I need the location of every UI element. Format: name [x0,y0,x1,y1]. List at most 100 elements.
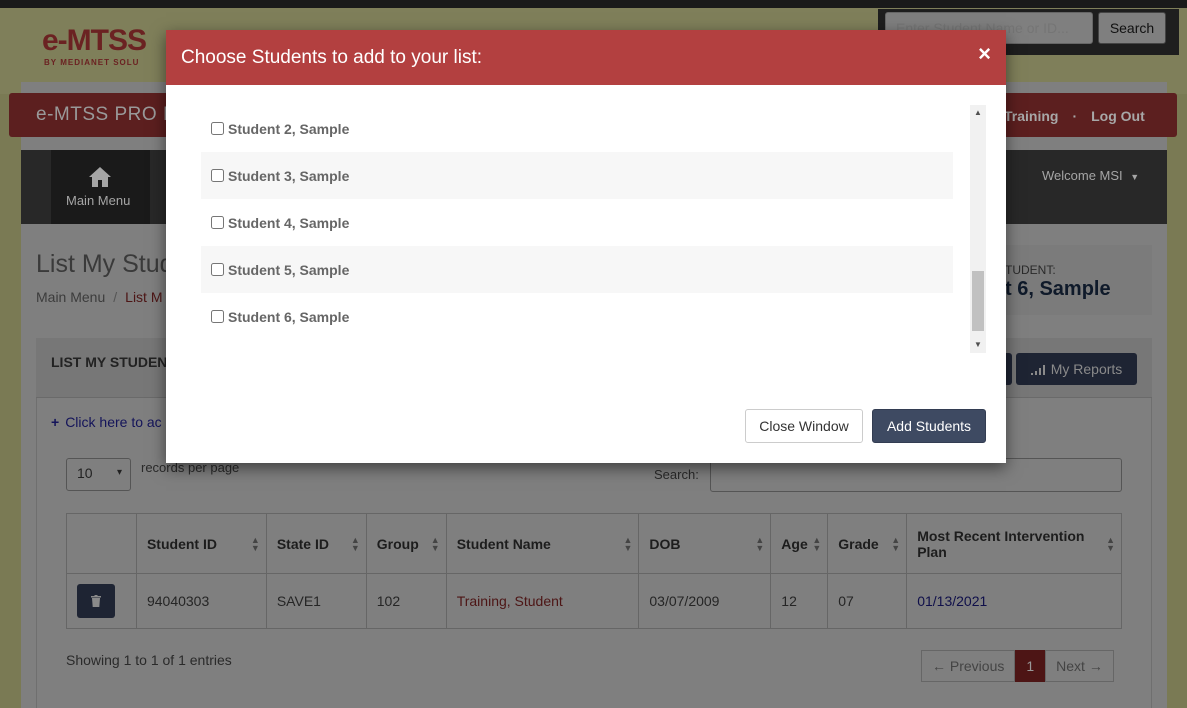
student-checkbox-label: Student 4, Sample [228,214,350,231]
pagination: ← Previous 1 Next → [921,650,1114,682]
close-window-button[interactable]: Close Window [745,409,863,443]
table-header-label: State ID [276,535,329,552]
table-header-label: Most Recent Intervention Plan [917,527,1085,560]
breadcrumb-current: List M [125,289,163,305]
delete-student-button[interactable] [77,584,115,618]
table-cell-dob: 03/07/2009 [638,573,772,629]
table-header-group[interactable]: Group ▲ ▼ [365,513,447,574]
table-header-dob[interactable]: DOB ▲ ▼ [638,513,772,574]
table-search-label: Search: [654,467,699,482]
sort-icon: ▲ ▼ [250,534,260,553]
table-cell-grade: 07 [827,573,908,629]
sort-icon: ▲ ▼ [350,534,360,553]
scroll-up-arrow-icon[interactable]: ▲ [970,105,986,121]
table-showing-info: Showing 1 to 1 of 1 entries [66,652,232,668]
modal-close-icon[interactable]: × [978,43,991,65]
sort-icon: ▲ ▼ [755,534,765,553]
list-item[interactable]: Student 6, Sample [201,293,953,340]
top-band [0,0,1187,8]
nav-main-menu-label: Main Menu [66,193,131,208]
card-title: LIST MY STUDEN [51,354,168,370]
sort-icon: ▲ ▼ [891,534,901,553]
modal-title: Choose Students to add to your list: [181,47,483,68]
list-item[interactable]: Student 5, Sample [201,246,953,293]
sort-icon: ▲ ▼ [1106,534,1115,553]
logout-link[interactable]: Log Out [1091,108,1145,124]
add-student-link[interactable]: + Click here to ac [51,414,162,430]
add-student-link-label: Click here to ac [65,414,162,430]
welcome-dropdown[interactable]: Welcome MSI ▼ [1042,168,1139,183]
student-name-link[interactable]: Training, Student [457,593,563,609]
student-checkbox[interactable] [211,263,224,276]
table-header-student-id[interactable]: Student ID ▲ ▼ [135,513,267,574]
table-header-grade[interactable]: Grade ▲ ▼ [827,513,908,574]
trash-icon [91,595,101,607]
table-cell-age: 12 [770,573,829,629]
student-checkbox[interactable] [211,216,224,229]
table-header-label: DOB [649,535,681,552]
list-item[interactable]: Student 2, Sample [201,105,953,152]
breadcrumb: Main Menu / List M [36,289,163,305]
app-logo: e-MTSS [42,24,147,57]
table-header-label: Grade [838,535,879,552]
table-header-age[interactable]: Age ▲ ▼ [770,513,829,574]
table-header-intervention-plan[interactable]: Most Recent Intervention Plan ▲ ▼ [906,513,1122,574]
pagination-previous[interactable]: ← Previous [921,650,1016,682]
my-reports-label: My Reports [1050,361,1123,377]
student-checkbox[interactable] [211,310,224,323]
student-checkbox[interactable] [211,169,224,182]
table-header-label: Age [781,535,808,552]
table-header-state-id[interactable]: State ID ▲ ▼ [265,513,367,574]
chevron-down-icon: ▾ [116,467,122,478]
plus-icon: + [51,414,60,430]
table-cell-intervention-plan: 01/13/2021 [906,573,1122,629]
add-students-button[interactable]: Add Students [872,409,986,443]
table-header-label: Student Name [456,535,551,552]
welcome-label: Welcome MSI [1042,168,1123,183]
students-table: Student ID ▲ ▼ State ID ▲ ▼ Group ▲ ▼ Student … [66,513,1122,629]
table-header-student-name[interactable]: Student Name ▲ ▼ [445,513,640,574]
list-item[interactable]: Student 4, Sample [201,199,953,246]
brand-links: Training · Log Out [1004,108,1145,124]
home-icon [89,167,111,187]
page-title: List My Stud [36,250,174,278]
brand-title: e-MTSS PRO I [36,104,169,125]
table-cell-state-id: SAVE1 [265,573,367,629]
student-checkbox-label: Student 2, Sample [228,120,350,137]
table-header-row: Student ID ▲ ▼ State ID ▲ ▼ Group ▲ ▼ Student … [66,513,1122,574]
scroll-down-arrow-icon[interactable]: ▼ [970,337,986,353]
table-cell-actions [66,573,137,629]
table-header-label: Student ID [146,535,217,552]
list-scrollbar[interactable]: ▲ ▼ [970,105,986,353]
scrollbar-thumb[interactable] [972,271,984,331]
table-header-actions [66,513,137,574]
table-cell-group: 102 [365,573,447,629]
student-checkbox-label: Student 5, Sample [228,261,350,278]
current-student-label: TUDENT: [1005,263,1056,277]
app-logo-subtitle: BY MEDIANET SOLU [44,58,140,67]
training-link[interactable]: Training [1004,108,1058,124]
bar-chart-icon [1030,365,1045,376]
choose-students-modal: Choose Students to add to your list: × S… [166,30,1006,463]
student-checkbox-label: Student 3, Sample [228,167,350,184]
intervention-plan-link[interactable]: 01/13/2021 [917,593,987,609]
student-search-button[interactable]: Search [1098,12,1166,44]
breadcrumb-separator: / [113,289,118,305]
student-checkbox-list: Student 2, Sample Student 3, Sample Stud… [201,105,953,353]
table-search-input[interactable] [710,458,1122,492]
pagination-page-1[interactable]: 1 [1015,650,1046,682]
caret-down-icon: ▼ [1130,172,1140,182]
records-per-page-select[interactable]: 10 ▾ [66,458,131,491]
my-reports-button[interactable]: My Reports [1016,353,1137,385]
list-item[interactable]: Student 3, Sample [201,152,953,199]
breadcrumb-home[interactable]: Main Menu [36,289,105,305]
table-row: 94040303 SAVE1 102 Training, Student 03/… [66,573,1122,629]
pagination-next[interactable]: Next → [1045,650,1114,682]
sort-icon: ▲ ▼ [812,534,822,553]
current-student-name: t 6, Sample [1005,278,1111,300]
student-checkbox[interactable] [211,122,224,135]
sort-icon: ▲ ▼ [430,534,440,553]
table-header-label: Group [376,535,419,552]
records-per-page-value: 10 [77,465,93,481]
modal-header: Choose Students to add to your list: × [166,30,1006,85]
